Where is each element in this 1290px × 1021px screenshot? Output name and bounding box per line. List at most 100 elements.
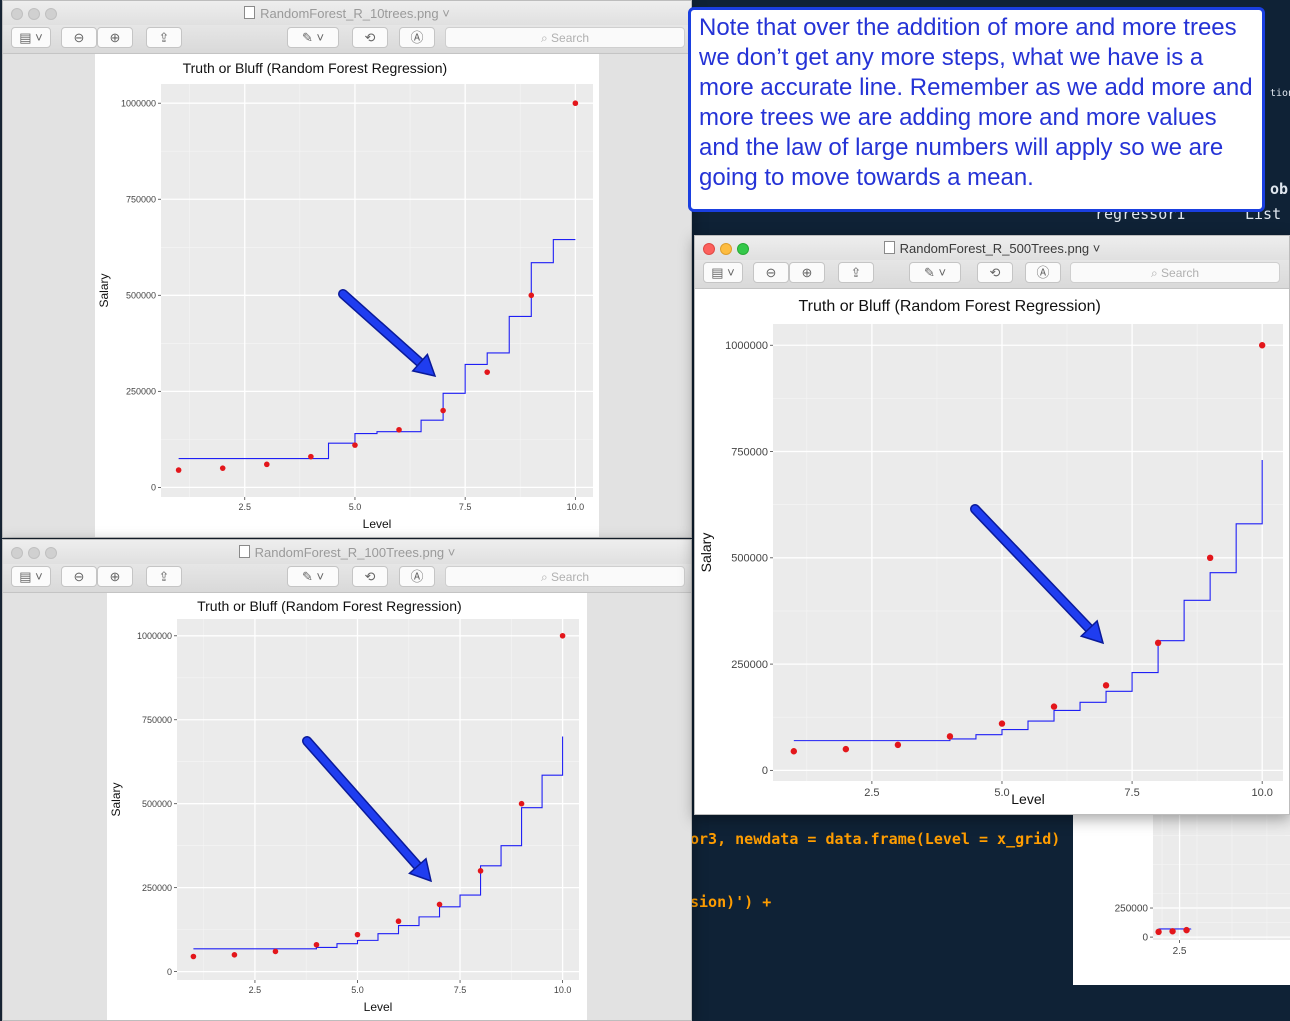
annotate-button[interactable]: Ⓐ xyxy=(399,566,435,587)
data-point xyxy=(308,453,314,460)
data-point xyxy=(528,292,535,299)
image-viewport: 2.5 5.0 7.5 10.0 0 250000 500000 750000 1000000 T… xyxy=(3,593,691,1020)
preview-window-100-trees: RandomForest_R_100Trees.png ˅ ▤ ˅ ⊖ ⊕ ⇪ … xyxy=(2,539,692,1021)
y-tick-label: 0 xyxy=(167,967,172,977)
sidebar-toggle-button[interactable]: ▤ ˅ xyxy=(703,262,743,283)
data-point xyxy=(477,868,484,874)
zoom-in-button[interactable]: ⊕ xyxy=(97,566,133,587)
data-point xyxy=(572,100,579,107)
data-point xyxy=(790,748,798,755)
data-point xyxy=(263,461,270,468)
y-tick-label: 500000 xyxy=(126,290,156,300)
background-chart: 2.5 0 250000 xyxy=(1073,815,1290,985)
y-tick-label: 250000 xyxy=(731,659,768,671)
zoom-out-button[interactable]: ⊖ xyxy=(753,262,789,283)
data-point xyxy=(1258,342,1266,349)
y-tick-label: 750000 xyxy=(142,715,172,725)
y-axis-label: Salary xyxy=(698,533,714,573)
markup-button[interactable]: ✎ ˅ xyxy=(909,262,961,283)
preview-window-500-trees: RandomForest_R_500Trees.png ˅ ▤ ˅ ⊖ ⊕ ⇪ … xyxy=(694,235,1290,815)
data-point xyxy=(484,369,491,375)
plot-panel xyxy=(161,84,593,497)
data-point xyxy=(842,745,850,753)
env-label: tions xyxy=(1270,88,1290,99)
y-tick-label: 500000 xyxy=(731,553,768,565)
search-input[interactable]: ⌕ Search xyxy=(1070,262,1280,283)
search-icon: ⌕ xyxy=(1150,266,1162,280)
plot-panel xyxy=(773,324,1283,781)
data-point xyxy=(231,952,238,958)
chart-title: Truth or Bluff (Random Forest Regression… xyxy=(197,598,462,614)
window-title: RandomForest_R_100Trees.png ˅ xyxy=(3,545,691,560)
sidebar-toggle-button[interactable]: ▤ ˅ xyxy=(11,566,51,587)
chart-title: Truth or Bluff (Random Forest Regression… xyxy=(799,298,1101,315)
env-label: ob xyxy=(1270,180,1289,198)
file-icon xyxy=(244,6,256,19)
image-viewport: 2.5 5.0 7.5 10.0 0 250000 500000 750000 1000000 T… xyxy=(695,289,1289,814)
x-tick-label: 2.5 xyxy=(238,502,251,512)
data-point xyxy=(894,741,902,749)
x-axis-label: Level xyxy=(363,517,392,531)
preview-window-10-trees: RandomForest_R_10trees.png ˅ ▤ ˅ ⊖ ⊕ ⇪ ✎… xyxy=(2,0,692,538)
y-tick-label: 0 xyxy=(762,765,768,777)
annotation-callout: Note that over the addition of more and … xyxy=(688,7,1265,212)
annotate-button[interactable]: Ⓐ xyxy=(1025,262,1061,283)
annotate-button[interactable]: Ⓐ xyxy=(399,27,435,48)
window-toolbar: ▤ ˅ ⊖ ⊕ ⇪ ✎ ˅ ⟲ Ⓐ ⌕ Search xyxy=(695,260,1289,289)
markup-button[interactable]: ✎ ˅ xyxy=(287,27,339,48)
rotate-button[interactable]: ⟲ xyxy=(352,27,388,48)
search-input[interactable]: ⌕ Search xyxy=(445,566,685,587)
window-title: RandomForest_R_10trees.png ˅ xyxy=(3,6,691,21)
zoom-out-button[interactable]: ⊖ xyxy=(61,566,97,587)
window-titlebar[interactable]: RandomForest_R_10trees.png ˅ xyxy=(3,1,691,25)
data-point xyxy=(998,720,1006,727)
data-point xyxy=(395,918,402,925)
y-axis-label: Salary xyxy=(109,782,123,816)
share-button[interactable]: ⇪ xyxy=(838,262,874,283)
zoom-out-button[interactable]: ⊖ xyxy=(61,27,97,48)
file-icon xyxy=(883,241,895,254)
data-point xyxy=(175,467,182,473)
search-input[interactable]: ⌕ Search xyxy=(445,27,685,48)
window-toolbar: ▤ ˅ ⊖ ⊕ ⇪ ✎ ˅ ⟲ Ⓐ ⌕ Search xyxy=(3,25,691,54)
data-point xyxy=(946,733,954,740)
data-point xyxy=(436,901,443,908)
x-tick-label: 5.0 xyxy=(994,787,1009,799)
x-axis-label: Level xyxy=(364,1000,393,1014)
rotate-button[interactable]: ⟲ xyxy=(352,566,388,587)
image-viewport: 2.5 5.0 7.5 10.0 0 250000 500000 750000 1000000 T… xyxy=(3,54,691,537)
zoom-in-button[interactable]: ⊕ xyxy=(789,262,825,283)
y-tick-label: 750000 xyxy=(126,194,156,204)
chart-title: Truth or Bluff (Random Forest Regression… xyxy=(183,60,448,76)
y-tick-label: 750000 xyxy=(731,446,768,458)
data-point xyxy=(440,407,446,414)
data-point xyxy=(313,941,320,948)
x-tick-label: 2.5 xyxy=(249,985,262,995)
y-tick-label: 0 xyxy=(1142,933,1148,944)
x-tick-label: 7.5 xyxy=(1124,787,1139,799)
window-title: RandomForest_R_500Trees.png ˅ xyxy=(695,241,1289,256)
data-point xyxy=(559,632,566,639)
code-line: or3, newdata = data.frame(Level = x_grid… xyxy=(690,830,1061,848)
x-tick-label: 2.5 xyxy=(1173,946,1187,957)
share-button[interactable]: ⇪ xyxy=(146,566,182,587)
rotate-button[interactable]: ⟲ xyxy=(977,262,1013,283)
x-tick-label: 5.0 xyxy=(351,985,364,995)
share-button[interactable]: ⇪ xyxy=(146,27,182,48)
chart-100-trees: 2.5 5.0 7.5 10.0 0 250000 500000 750000 1000000 T… xyxy=(107,593,587,1020)
data-point xyxy=(1169,928,1176,935)
zoom-in-button[interactable]: ⊕ xyxy=(97,27,133,48)
plot-panel xyxy=(177,619,579,980)
data-point xyxy=(1102,682,1110,689)
markup-button[interactable]: ✎ ˅ xyxy=(287,566,339,587)
x-tick-label: 10.0 xyxy=(567,502,585,512)
data-point xyxy=(352,442,358,448)
y-tick-label: 1000000 xyxy=(137,631,172,641)
x-tick-label: 7.5 xyxy=(454,985,467,995)
y-tick-label: 500000 xyxy=(142,799,172,809)
sidebar-toggle-button[interactable]: ▤ ˅ xyxy=(11,27,51,48)
window-toolbar: ▤ ˅ ⊖ ⊕ ⇪ ✎ ˅ ⟲ Ⓐ ⌕ Search xyxy=(3,564,691,593)
data-point xyxy=(1183,926,1190,934)
window-titlebar[interactable]: RandomForest_R_500Trees.png ˅ xyxy=(695,236,1289,260)
window-titlebar[interactable]: RandomForest_R_100Trees.png ˅ xyxy=(3,540,691,564)
